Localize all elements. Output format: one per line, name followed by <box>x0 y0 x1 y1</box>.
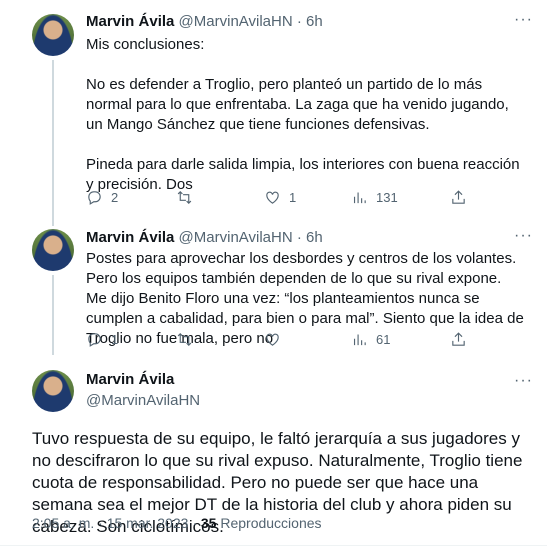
views-count: 61 <box>376 332 391 347</box>
like-button[interactable]: 1 <box>264 189 296 206</box>
retweet-icon <box>177 333 192 346</box>
divider <box>0 545 547 546</box>
separator-dot: · <box>192 515 197 531</box>
reply-button[interactable]: 2 <box>86 189 118 206</box>
retweet-icon <box>177 191 192 204</box>
share-button[interactable] <box>450 331 467 348</box>
share-icon <box>452 332 465 346</box>
retweet-button[interactable] <box>176 189 201 206</box>
tweet[interactable]: Marvin Ávila @MarvinAvilaHN · 6h ··· Pos… <box>0 225 547 360</box>
tweet[interactable]: Marvin Ávila @MarvinAvilaHN · 6h ··· Mis… <box>0 0 547 225</box>
author-handle[interactable]: @MarvinAvilaHN <box>86 392 200 409</box>
share-icon <box>452 190 465 204</box>
author-handle[interactable]: @MarvinAvilaHN <box>179 13 293 30</box>
views-chart-icon <box>353 334 366 346</box>
retweet-button[interactable] <box>176 331 201 348</box>
tweet-header: Marvin Ávila @MarvinAvilaHN · 6h <box>86 13 323 30</box>
reply-icon <box>88 191 101 205</box>
share-button[interactable] <box>450 189 467 206</box>
like-button[interactable] <box>264 331 289 348</box>
tweet-actions: 2 1 131 <box>86 189 470 209</box>
heart-icon <box>266 191 279 204</box>
tweet-time[interactable]: 6h <box>306 229 323 246</box>
views-count: 35 <box>200 515 217 531</box>
author-name[interactable]: Marvin Ávila <box>86 229 174 246</box>
avatar[interactable] <box>32 14 74 56</box>
more-dots-icon[interactable]: ··· <box>514 227 533 245</box>
views-button[interactable]: 131 <box>351 189 398 206</box>
author-name[interactable]: Marvin Ávila <box>86 371 174 388</box>
reply-count: 2 <box>111 190 119 205</box>
views-count: 131 <box>376 190 398 205</box>
separator-dot: · <box>296 13 302 30</box>
separator-dot: · <box>296 229 302 246</box>
reply-icon <box>88 333 101 347</box>
tweet-meta: 2:05 a. m. · 15 mar. 2023 · 35 Reproducc… <box>32 515 322 531</box>
avatar[interactable] <box>32 229 74 271</box>
more-dots-icon[interactable]: ··· <box>514 372 533 390</box>
reply-button[interactable]: 1 <box>86 331 118 348</box>
tweet-timestamp[interactable]: 2:05 a. m. · 15 mar. 2023 <box>32 515 188 531</box>
tweet-text: Mis conclusiones: No es defender a Trogl… <box>86 36 520 193</box>
tweet-actions: 1 61 <box>86 331 470 351</box>
more-dots-icon[interactable]: ··· <box>514 11 533 29</box>
avatar[interactable] <box>32 370 74 412</box>
views-button[interactable]: 61 <box>351 331 390 348</box>
reply-count: 1 <box>111 332 119 347</box>
heart-icon <box>266 333 279 346</box>
tweet-time[interactable]: 6h <box>306 13 323 30</box>
tweet-header: Marvin Ávila @MarvinAvilaHN · 6h <box>86 229 323 246</box>
author-name[interactable]: Marvin Ávila <box>86 13 174 30</box>
like-count: 1 <box>289 190 297 205</box>
views-label[interactable]: Reproducciones <box>220 515 321 531</box>
author-handle[interactable]: @MarvinAvilaHN <box>179 229 293 246</box>
views-chart-icon <box>353 192 366 204</box>
